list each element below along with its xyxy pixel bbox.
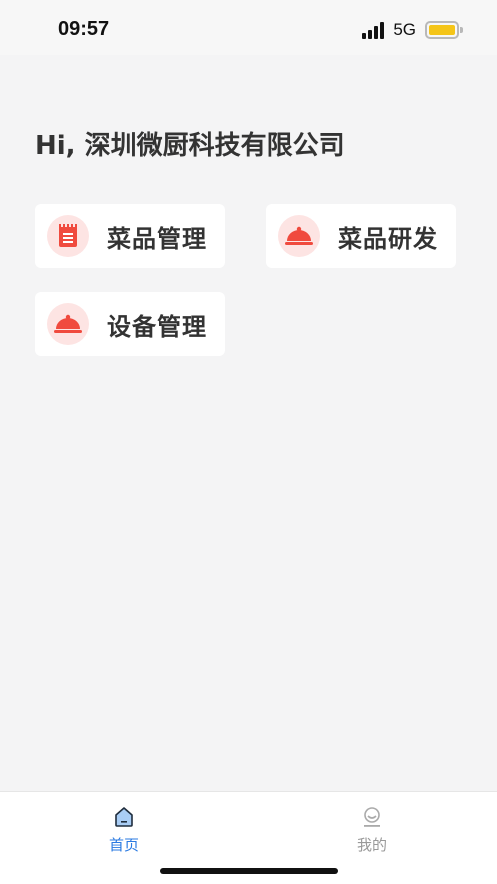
battery-icon	[425, 21, 463, 39]
status-indicators: 5G	[362, 20, 463, 40]
tab-mine[interactable]: 我的	[332, 806, 412, 855]
home-indicator	[160, 868, 338, 874]
home-icon	[84, 806, 164, 832]
card-label: 菜品研发	[338, 224, 438, 253]
signal-icon	[362, 21, 385, 39]
food-cloche-icon	[278, 215, 320, 257]
dish-management-card[interactable]: 菜品管理	[35, 204, 225, 268]
card-label: 菜品管理	[107, 224, 207, 253]
food-cloche-icon	[47, 303, 89, 345]
tab-home[interactable]: 首页	[84, 806, 164, 855]
dish-development-card[interactable]: 菜品研发	[266, 204, 456, 268]
profile-icon	[332, 806, 412, 832]
tab-mine-label: 我的	[356, 836, 387, 854]
device-management-card[interactable]: 设备管理	[35, 292, 225, 356]
network-type: 5G	[393, 20, 416, 39]
status-bar: 09:57 5G	[0, 0, 497, 55]
menu-list-icon	[47, 215, 89, 257]
greeting-title: Hi, 深圳微厨科技有限公司	[35, 131, 345, 161]
tab-home-label: 首页	[108, 836, 139, 854]
card-label: 设备管理	[107, 312, 207, 341]
status-time: 09:57	[58, 18, 110, 40]
